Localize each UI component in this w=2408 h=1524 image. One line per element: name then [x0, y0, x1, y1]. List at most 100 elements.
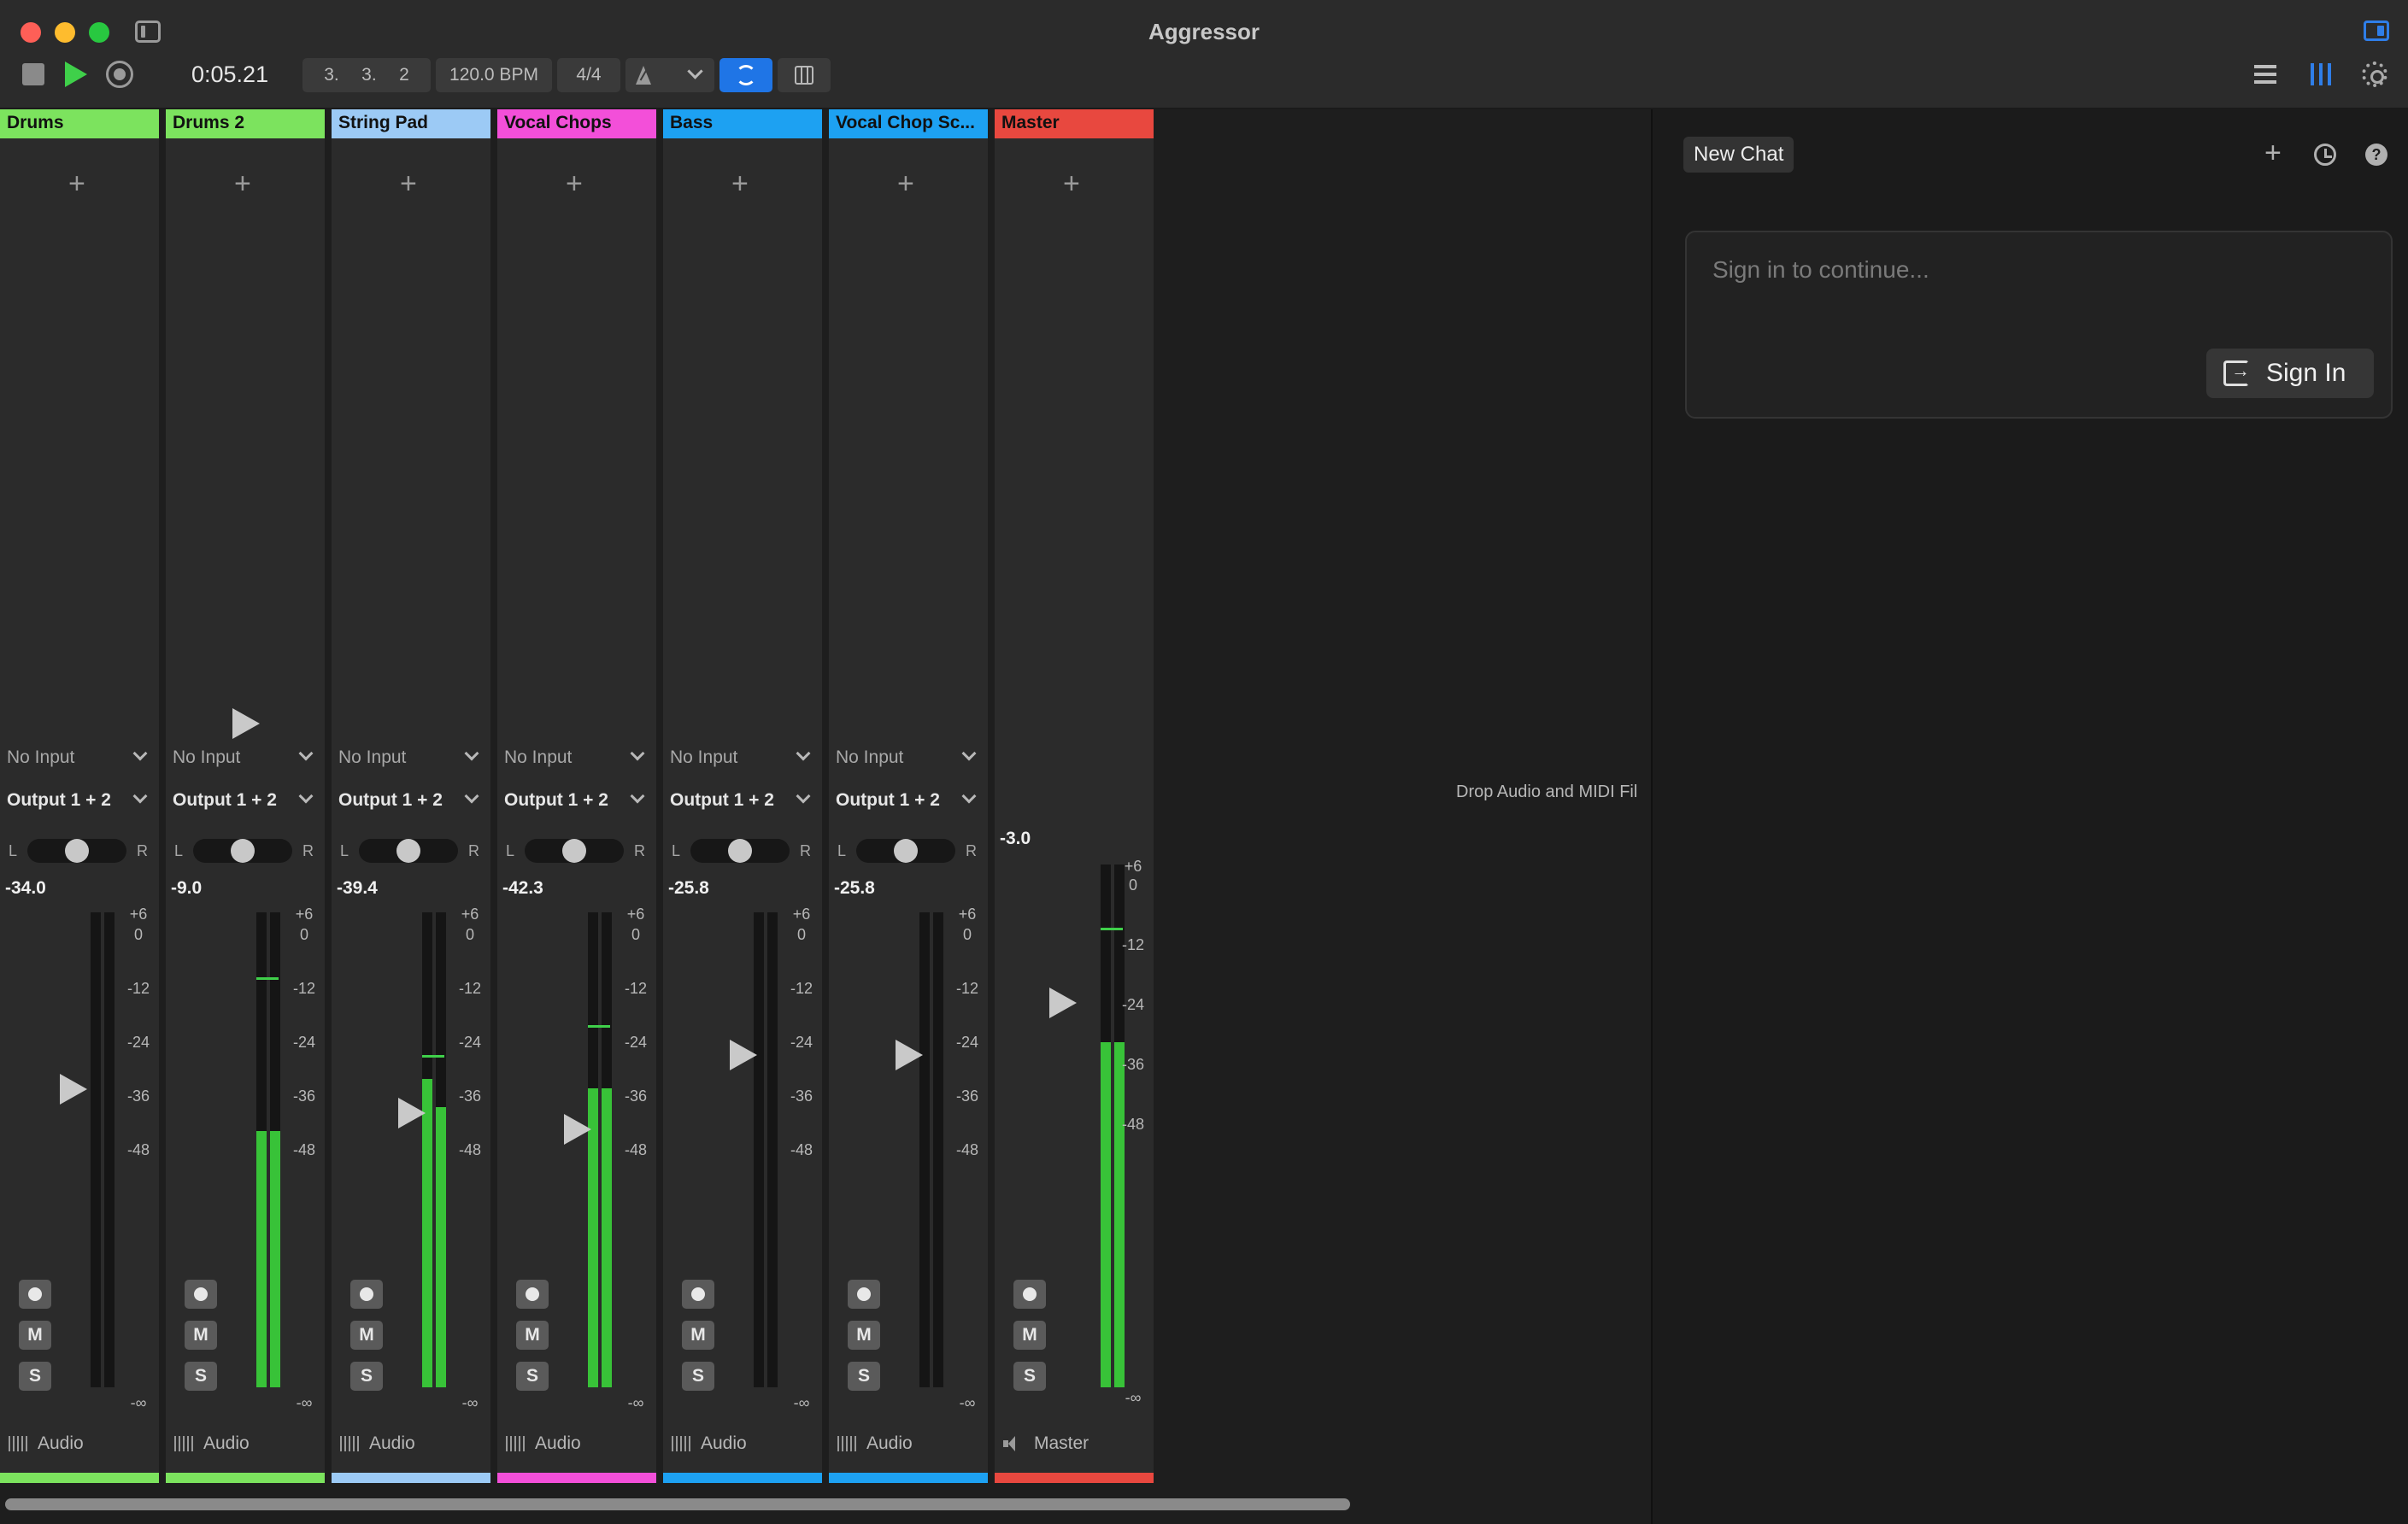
pan-knob-track[interactable]	[193, 839, 292, 863]
loop-toggle-button[interactable]	[719, 58, 772, 92]
volume-fader-handle[interactable]	[730, 1040, 757, 1070]
output-select[interactable]: Output 1 + 2	[7, 786, 154, 815]
level-meter-fill	[270, 1130, 280, 1387]
keyboard-button[interactable]	[778, 58, 831, 92]
tempo-display[interactable]: 120.0 BPM	[436, 58, 552, 92]
pan-knob-track[interactable]	[690, 839, 790, 863]
record-arm-button[interactable]	[350, 1280, 383, 1309]
metronome-button[interactable]	[625, 58, 714, 92]
record-arm-button[interactable]	[516, 1280, 549, 1309]
volume-readout[interactable]: -9.0	[171, 878, 202, 899]
input-select[interactable]: No Input	[504, 743, 651, 772]
mute-button[interactable]: M	[350, 1321, 383, 1350]
track-color-bar	[332, 1473, 490, 1483]
pan-right-label: R	[966, 842, 977, 859]
track-name[interactable]: Vocal Chops	[497, 109, 656, 138]
db-scale-label: -48	[790, 1141, 813, 1158]
record-arm-button[interactable]	[1013, 1280, 1046, 1309]
record-arm-button[interactable]	[185, 1280, 217, 1309]
chevron-down-icon[interactable]	[687, 63, 703, 79]
mute-button[interactable]: M	[516, 1321, 549, 1350]
solo-button[interactable]: S	[682, 1362, 714, 1391]
pan-knob[interactable]	[894, 839, 918, 863]
solo-button[interactable]: S	[1013, 1362, 1046, 1391]
output-select[interactable]: Output 1 + 2	[504, 786, 651, 815]
volume-readout[interactable]: -25.8	[834, 878, 875, 899]
mute-button[interactable]: M	[1013, 1321, 1046, 1350]
add-plugin-icon[interactable]: +	[234, 169, 251, 198]
pan-knob[interactable]	[728, 839, 752, 863]
output-select[interactable]: Output 1 + 2	[836, 786, 983, 815]
output-select[interactable]: Output 1 + 2	[173, 786, 320, 815]
new-chat-tab[interactable]: New Chat	[1683, 137, 1794, 173]
pan-knob-track[interactable]	[27, 839, 126, 863]
volume-readout[interactable]: -34.0	[5, 878, 46, 899]
metronome-icon	[636, 66, 651, 85]
right-panel-toggle-icon[interactable]	[2364, 21, 2389, 41]
add-plugin-icon[interactable]: +	[566, 169, 583, 198]
track-name[interactable]: Bass	[663, 109, 822, 138]
plus-icon[interactable]: +	[2264, 138, 2282, 167]
mixer-view-icon[interactable]	[2311, 63, 2331, 85]
mute-button[interactable]: M	[19, 1321, 51, 1350]
record-arm-button[interactable]	[848, 1280, 880, 1309]
mute-button[interactable]: M	[185, 1321, 217, 1350]
play-button[interactable]	[65, 62, 87, 87]
output-select[interactable]: Output 1 + 2	[670, 786, 817, 815]
mute-button[interactable]: M	[682, 1321, 714, 1350]
chat-input[interactable]	[1712, 256, 2311, 284]
solo-button[interactable]: S	[350, 1362, 383, 1391]
add-plugin-icon[interactable]: +	[1063, 169, 1080, 198]
input-select[interactable]: No Input	[836, 743, 983, 772]
stop-button[interactable]	[22, 63, 44, 85]
track-name[interactable]: String Pad	[332, 109, 490, 138]
position-display[interactable]: 3. 3. 2	[302, 58, 431, 92]
solo-button[interactable]: S	[848, 1362, 880, 1391]
solo-button[interactable]: S	[19, 1362, 51, 1391]
solo-button[interactable]: S	[516, 1362, 549, 1391]
track-name[interactable]: Drums 2	[166, 109, 325, 138]
volume-fader-handle[interactable]	[564, 1114, 591, 1145]
volume-fader-handle[interactable]	[398, 1098, 426, 1128]
input-select[interactable]: No Input	[338, 743, 485, 772]
horizontal-scrollbar[interactable]	[0, 1486, 1651, 1524]
pan-knob[interactable]	[65, 839, 89, 863]
mute-button[interactable]: M	[848, 1321, 880, 1350]
volume-fader-handle[interactable]	[1049, 988, 1077, 1018]
volume-readout[interactable]: -25.8	[668, 878, 709, 899]
record-button[interactable]	[106, 61, 133, 88]
volume-fader-handle[interactable]	[232, 708, 260, 739]
record-arm-button[interactable]	[682, 1280, 714, 1309]
arrangement-view-icon[interactable]	[2254, 65, 2276, 84]
add-plugin-icon[interactable]: +	[68, 169, 85, 198]
volume-fader-handle[interactable]	[60, 1074, 87, 1105]
track-name[interactable]: Drums	[0, 109, 159, 138]
history-icon[interactable]	[2314, 144, 2336, 166]
output-select[interactable]: Output 1 + 2	[338, 786, 485, 815]
input-select[interactable]: No Input	[7, 743, 154, 772]
record-arm-button[interactable]	[19, 1280, 51, 1309]
pan-knob[interactable]	[396, 839, 420, 863]
pan-knob-track[interactable]	[525, 839, 624, 863]
volume-readout[interactable]: -39.4	[337, 878, 378, 899]
volume-readout[interactable]: -42.3	[502, 878, 543, 899]
time-signature-display[interactable]: 4/4	[557, 58, 620, 92]
solo-button[interactable]: S	[185, 1362, 217, 1391]
track-name[interactable]: Master	[995, 109, 1154, 138]
pan-knob-track[interactable]	[856, 839, 955, 863]
add-plugin-icon[interactable]: +	[897, 169, 914, 198]
pan-knob[interactable]	[231, 839, 255, 863]
add-plugin-icon[interactable]: +	[731, 169, 749, 198]
scrollbar-thumb[interactable]	[5, 1498, 1350, 1510]
pan-knob-track[interactable]	[359, 839, 458, 863]
sign-in-button[interactable]: Sign In	[2206, 349, 2374, 398]
volume-fader-handle[interactable]	[896, 1040, 923, 1070]
volume-readout[interactable]: -3.0	[1000, 829, 1031, 849]
input-select[interactable]: No Input	[670, 743, 817, 772]
gear-icon[interactable]	[2362, 62, 2387, 87]
track-name[interactable]: Vocal Chop Sc...	[829, 109, 988, 138]
pan-knob[interactable]	[562, 839, 586, 863]
input-select[interactable]: No Input	[173, 743, 320, 772]
add-plugin-icon[interactable]: +	[400, 169, 417, 198]
help-icon[interactable]: ?	[2365, 144, 2387, 166]
